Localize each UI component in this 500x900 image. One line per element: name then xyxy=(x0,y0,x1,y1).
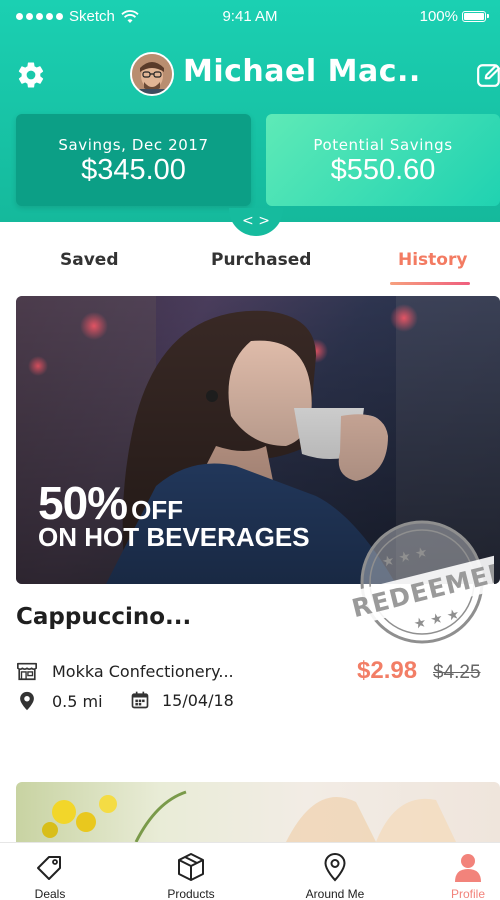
person-icon xyxy=(455,854,481,882)
battery-group: 100% xyxy=(419,8,489,25)
nav-around-me[interactable]: Around Me xyxy=(290,851,380,900)
deal-title[interactable]: Cappuccino... xyxy=(16,604,191,630)
savings-value: $345.00 xyxy=(81,154,186,186)
distance: 0.5 mi xyxy=(52,691,103,711)
promo-subtitle: ON HOT BEVERAGES xyxy=(38,522,310,552)
tag-icon xyxy=(37,856,61,880)
savings-card[interactable]: Savings, Dec 2017 $345.00 xyxy=(16,114,251,206)
tab-saved[interactable]: Saved xyxy=(60,250,119,270)
nav-deals[interactable]: Deals xyxy=(5,851,95,900)
bottom-nav: Deals Products Around Me Profile xyxy=(0,842,500,900)
store-row: Mokka Confectionery... xyxy=(16,660,234,682)
nav-profile[interactable]: Profile xyxy=(423,851,500,900)
avatar-portrait xyxy=(132,54,172,94)
promo-off: OFF xyxy=(131,495,184,525)
user-name: Michael Mac.. xyxy=(183,54,421,89)
box-icon xyxy=(178,853,204,881)
date-row: 15/04/18 xyxy=(130,690,234,710)
deal-date: 15/04/18 xyxy=(162,690,234,710)
edit-icon[interactable] xyxy=(476,62,500,88)
nav-products-label: Products xyxy=(167,887,215,900)
nav-around-me-label: Around Me xyxy=(305,887,365,900)
pager-toggle[interactable]: < > xyxy=(229,208,283,236)
store-name: Mokka Confectionery... xyxy=(52,661,234,681)
map-pin-icon xyxy=(324,852,346,882)
calendar-icon xyxy=(131,691,149,709)
deal-price: $2.98 xyxy=(357,657,418,684)
header: Sketch 9:41 AM 100% Michael Mac.. Saving… xyxy=(0,0,500,222)
status-bar: Sketch 9:41 AM 100% xyxy=(0,0,500,34)
avatar[interactable] xyxy=(130,52,174,96)
savings-label: Savings, Dec 2017 xyxy=(58,136,209,154)
nav-products[interactable]: Products xyxy=(146,851,236,900)
nav-deals-label: Deals xyxy=(34,887,66,900)
location-pin-icon xyxy=(20,691,34,711)
active-tab-indicator xyxy=(390,282,470,285)
flowers-photo xyxy=(42,790,456,842)
store-icon xyxy=(17,662,37,681)
next-deal-image[interactable] xyxy=(16,782,500,842)
nav-profile-label: Profile xyxy=(450,887,485,900)
profile-row: Michael Mac.. xyxy=(0,50,500,100)
tab-history[interactable]: History xyxy=(398,250,467,270)
tab-bar: Saved Purchased History xyxy=(0,246,500,288)
redeemed-stamp: ★ ★ ★ ★ ★ ★ REDEEMED xyxy=(344,520,494,644)
potential-savings-card[interactable]: Potential Savings $550.60 xyxy=(266,114,500,206)
potential-savings-value: $550.60 xyxy=(330,154,436,186)
potential-savings-label: Potential Savings xyxy=(313,136,453,154)
tab-purchased[interactable]: Purchased xyxy=(211,250,311,270)
battery-percent: 100% xyxy=(419,8,458,25)
gear-icon[interactable] xyxy=(16,60,46,90)
battery-icon xyxy=(462,11,489,22)
distance-row: 0.5 mi xyxy=(16,690,103,712)
deal-old-price: $4.25 xyxy=(433,662,481,683)
